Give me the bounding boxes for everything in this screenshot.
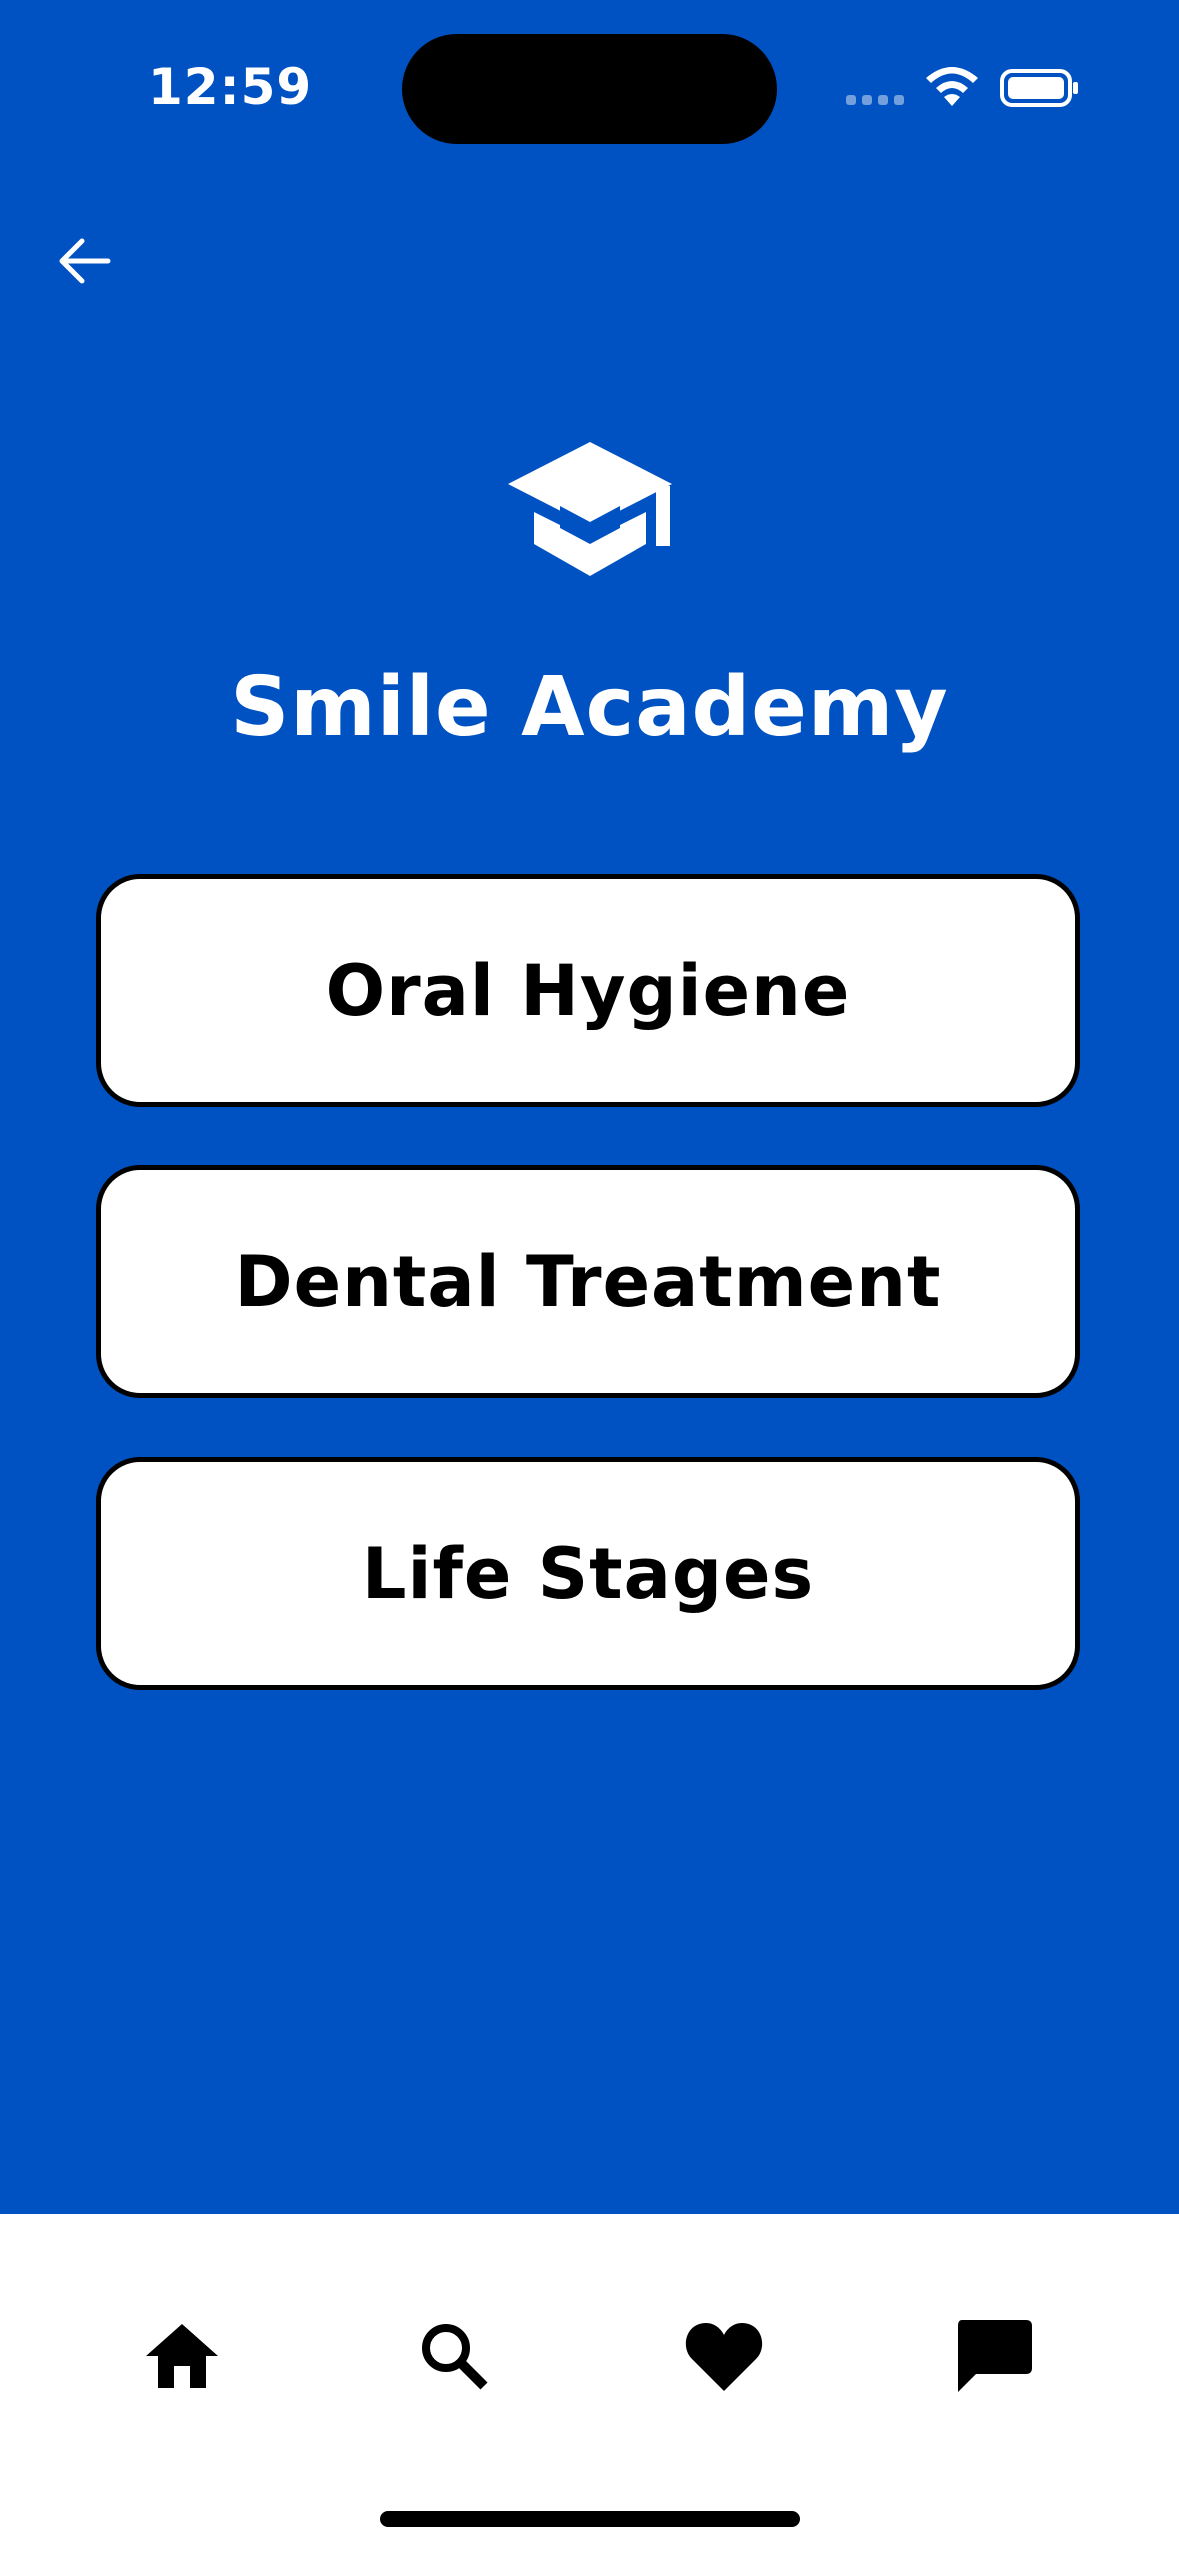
graduation-cap-icon bbox=[508, 442, 672, 576]
tab-bar bbox=[0, 2214, 1179, 2556]
dynamic-island bbox=[402, 34, 777, 144]
tab-messages[interactable] bbox=[944, 2306, 1044, 2406]
search-icon bbox=[422, 2324, 488, 2390]
back-button[interactable] bbox=[48, 228, 120, 294]
chat-icon bbox=[958, 2320, 1032, 2392]
dental-treatment-button[interactable]: Dental Treatment bbox=[96, 1165, 1080, 1398]
tab-home[interactable] bbox=[132, 2306, 232, 2406]
app-title: Smile Academy bbox=[230, 660, 949, 755]
heart-icon bbox=[685, 2323, 763, 2391]
tab-search[interactable] bbox=[404, 2306, 504, 2406]
status-time: 12:59 bbox=[148, 58, 313, 116]
wifi-icon bbox=[926, 67, 978, 106]
home-icon bbox=[146, 2324, 218, 2388]
battery-icon bbox=[1000, 69, 1078, 107]
life-stages-button[interactable]: Life Stages bbox=[96, 1457, 1080, 1690]
home-indicator bbox=[380, 2511, 800, 2527]
cellular-signal-icon bbox=[846, 95, 906, 105]
oral-hygiene-button[interactable]: Oral Hygiene bbox=[96, 874, 1080, 1107]
screen: 12:59 Smile Academy Oral Hygiene Dental … bbox=[0, 0, 1179, 2556]
arrow-left-icon bbox=[59, 238, 111, 284]
tab-favorites[interactable] bbox=[674, 2306, 774, 2406]
